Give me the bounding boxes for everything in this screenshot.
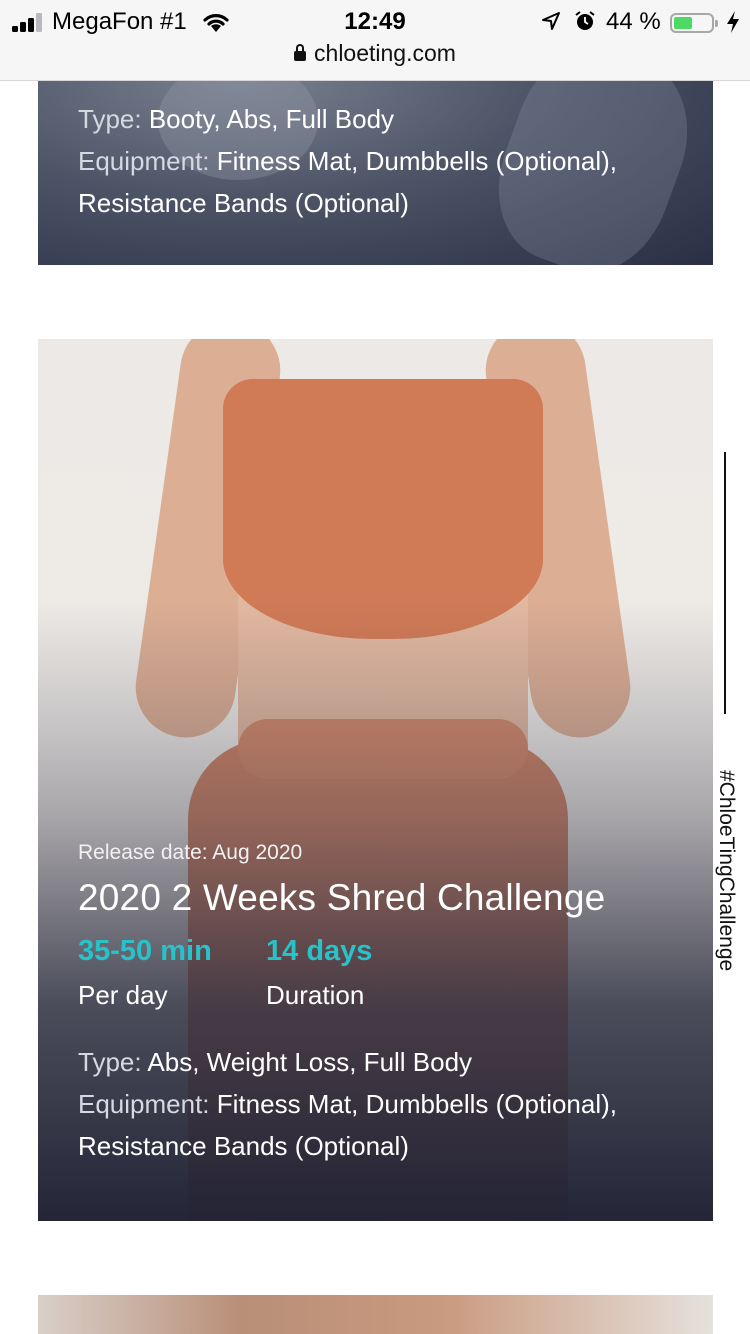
stat-caption: Duration: [266, 980, 365, 1010]
stat-caption: Per day: [78, 980, 168, 1010]
challenge-card-previous[interactable]: Type: Booty, Abs, Full Body Equipment: F…: [38, 80, 713, 265]
card-type-line: Type: Abs, Weight Loss, Full Body: [78, 1041, 693, 1083]
address-bar[interactable]: chloeting.com: [0, 40, 750, 67]
url-text: chloeting.com: [314, 40, 456, 66]
battery-icon: [670, 13, 718, 33]
type-value: Booty, Abs, Full Body: [148, 104, 395, 134]
challenge-stats: 35-50 min Per day 14 days Duration: [78, 935, 693, 1035]
type-label: Type:: [78, 104, 142, 134]
equipment-label: Equipment:: [78, 1089, 210, 1119]
equipment-value-cont: Resistance Bands (Optional): [78, 1131, 409, 1161]
equipment-value-cont: Resistance Bands (Optional): [78, 188, 409, 218]
stat-per-day: 35-50 min Per day: [78, 935, 212, 1011]
challenge-title[interactable]: 2020 2 Weeks Shred Challenge: [78, 877, 693, 919]
equipment-value: Fitness Mat, Dumbbells (Optional),: [216, 1089, 618, 1119]
challenge-card-2-weeks-shred[interactable]: Release date: Aug 2020 2020 2 Weeks Shre…: [38, 339, 713, 1221]
stat-value: 35-50 min: [78, 935, 212, 967]
card-type-line: Type: Booty, Abs, Full Body: [78, 98, 693, 140]
stat-duration: 14 days Duration: [266, 935, 372, 1011]
side-divider-line: [724, 452, 726, 714]
lock-icon: [294, 43, 307, 61]
charging-bolt-icon: [727, 11, 739, 33]
card-equipment-line: Equipment: Fitness Mat, Dumbbells (Optio…: [78, 140, 693, 224]
equipment-value: Fitness Mat, Dumbbells (Optional),: [216, 146, 618, 176]
release-date: Release date: Aug 2020: [78, 841, 303, 864]
stat-value: 14 days: [266, 935, 373, 967]
battery-percentage: 44 %: [606, 8, 661, 35]
equipment-label: Equipment:: [78, 146, 210, 176]
card-equipment-line: Equipment: Fitness Mat, Dumbbells (Optio…: [78, 1083, 693, 1167]
type-value: Abs, Weight Loss, Full Body: [147, 1047, 473, 1077]
location-arrow-icon: [542, 12, 560, 30]
alarm-clock-icon: [575, 11, 595, 30]
browser-status-bar: MegaFon #1 12:49 44 % chloeting.com: [0, 0, 750, 81]
challenge-card-next[interactable]: [38, 1295, 713, 1334]
type-label: Type:: [78, 1047, 142, 1077]
side-hashtag-link[interactable]: #ChloeTingChallenge: [714, 770, 738, 971]
